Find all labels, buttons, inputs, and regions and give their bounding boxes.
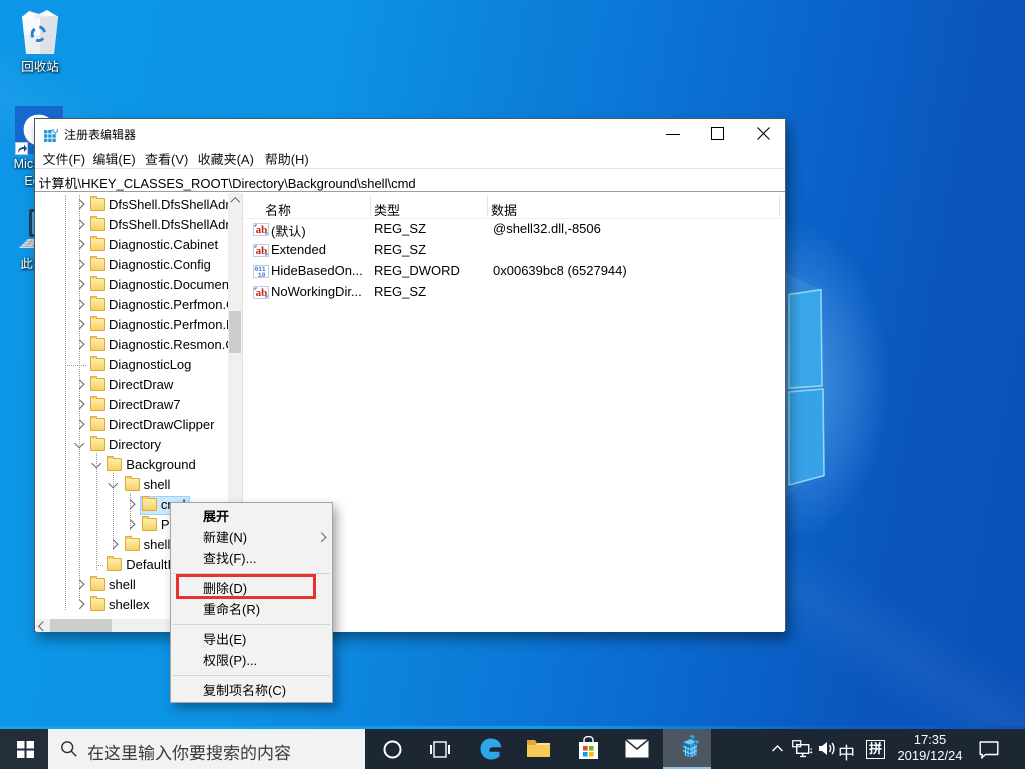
svg-text:ab: ab	[256, 245, 268, 257]
svg-text:ab: ab	[256, 224, 268, 236]
svg-text:10: 10	[258, 272, 266, 278]
svg-text:ab: ab	[256, 287, 268, 299]
